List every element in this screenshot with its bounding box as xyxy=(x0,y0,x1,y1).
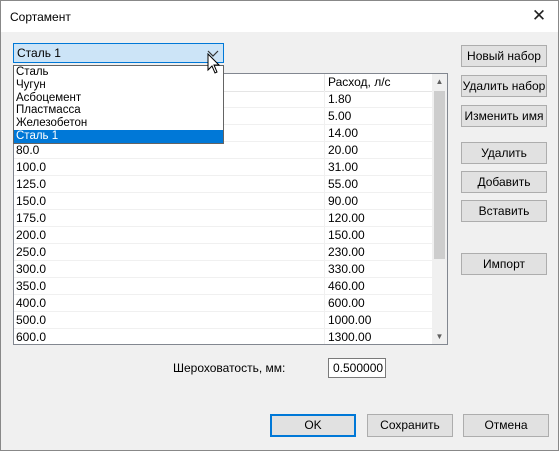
table-row[interactable]: 150.0 90.00 xyxy=(14,193,434,210)
dropdown-option[interactable]: Чугун xyxy=(14,79,223,92)
flow-cell[interactable]: 460.00 xyxy=(324,278,434,294)
scroll-down-icon[interactable]: ▼ xyxy=(432,329,447,344)
diameter-cell[interactable]: 500.0 xyxy=(16,312,46,328)
flow-cell[interactable]: 1300.00 xyxy=(324,329,434,344)
flow-cell[interactable]: 150.00 xyxy=(324,227,434,243)
roughness-label: Шероховатость, мм: xyxy=(173,361,286,375)
cancel-button[interactable]: Отмена xyxy=(463,414,549,437)
window-title: Сортамент xyxy=(10,10,71,24)
set-combobox[interactable]: Сталь 1 xyxy=(13,43,224,63)
flow-cell[interactable]: 55.00 xyxy=(324,176,434,192)
table-row[interactable]: 250.0 230.00 xyxy=(14,244,434,261)
close-icon[interactable]: ✕ xyxy=(528,5,550,27)
dropdown-option[interactable]: Сталь xyxy=(14,66,223,79)
diameter-cell[interactable]: 200.0 xyxy=(16,227,46,243)
dropdown-option[interactable]: Пластмасса xyxy=(14,104,223,117)
roughness-input[interactable]: 0.500000 xyxy=(328,358,386,378)
table-row[interactable]: 125.0 55.00 xyxy=(14,176,434,193)
table-row[interactable]: 200.0 150.00 xyxy=(14,227,434,244)
dropdown-option[interactable]: Асбоцемент xyxy=(14,92,223,105)
diameter-cell[interactable]: 175.0 xyxy=(16,210,46,226)
flow-cell[interactable]: 1000.00 xyxy=(324,312,434,328)
diameter-cell[interactable]: 300.0 xyxy=(16,261,46,277)
dialog-window: Сортамент ✕ Расход, л/с 1.80 5.00 14.00 80.… xyxy=(0,0,559,451)
new-set-button[interactable]: Новый набор xyxy=(461,45,547,67)
mouse-cursor-icon xyxy=(207,53,221,74)
scroll-up-icon[interactable]: ▲ xyxy=(432,74,447,89)
flow-cell[interactable]: 90.00 xyxy=(324,193,434,209)
diameter-cell[interactable]: 600.0 xyxy=(16,329,46,344)
import-button[interactable]: Импорт xyxy=(461,253,547,275)
flow-cell[interactable]: 14.00 xyxy=(324,125,434,141)
rename-button[interactable]: Изменить имя xyxy=(461,105,547,127)
flow-cell[interactable]: 600.00 xyxy=(324,295,434,311)
set-dropdown-list: Сталь Чугун Асбоцемент Пластмасса Железобето… xyxy=(13,65,224,144)
dropdown-option[interactable]: Железобетон xyxy=(14,117,223,130)
diameter-cell[interactable]: 350.0 xyxy=(16,278,46,294)
table-row[interactable]: 500.0 1000.00 xyxy=(14,312,434,329)
flow-cell[interactable]: 1.80 xyxy=(324,91,434,107)
diameter-cell[interactable]: 400.0 xyxy=(16,295,46,311)
flow-cell[interactable]: 230.00 xyxy=(324,244,434,260)
diameter-cell[interactable]: 100.0 xyxy=(16,159,46,175)
delete-button[interactable]: Удалить xyxy=(461,142,547,164)
column-header-flow[interactable]: Расход, л/с xyxy=(324,74,434,91)
flow-cell[interactable]: 20.00 xyxy=(324,142,434,158)
delete-set-button[interactable]: Удалить набор xyxy=(461,75,547,97)
scrollbar-thumb[interactable] xyxy=(434,91,445,259)
table-row[interactable]: 300.0 330.00 xyxy=(14,261,434,278)
diameter-cell[interactable]: 250.0 xyxy=(16,244,46,260)
title-bar: Сортамент ✕ xyxy=(1,1,558,32)
save-button[interactable]: Сохранить xyxy=(367,414,453,437)
diameter-cell[interactable]: 150.0 xyxy=(16,193,46,209)
table-row[interactable]: 100.0 31.00 xyxy=(14,159,434,176)
table-row[interactable]: 80.0 20.00 xyxy=(14,142,434,159)
flow-cell[interactable]: 330.00 xyxy=(324,261,434,277)
set-combobox-value: Сталь 1 xyxy=(17,46,61,60)
diameter-cell[interactable]: 80.0 xyxy=(16,142,39,158)
ok-button[interactable]: OK xyxy=(270,414,356,437)
table-row[interactable]: 350.0 460.00 xyxy=(14,278,434,295)
dropdown-option[interactable]: Сталь 1 xyxy=(14,129,223,143)
table-row[interactable]: 400.0 600.00 xyxy=(14,295,434,312)
flow-cell[interactable]: 120.00 xyxy=(324,210,434,226)
add-button[interactable]: Добавить xyxy=(461,171,547,193)
vertical-scrollbar[interactable]: ▲ ▼ xyxy=(432,74,447,344)
insert-button[interactable]: Вставить xyxy=(461,200,547,222)
diameter-cell[interactable]: 125.0 xyxy=(16,176,46,192)
flow-cell[interactable]: 5.00 xyxy=(324,108,434,124)
flow-cell[interactable]: 31.00 xyxy=(324,159,434,175)
table-row[interactable]: 175.0 120.00 xyxy=(14,210,434,227)
table-row[interactable]: 600.0 1300.00 xyxy=(14,329,434,344)
